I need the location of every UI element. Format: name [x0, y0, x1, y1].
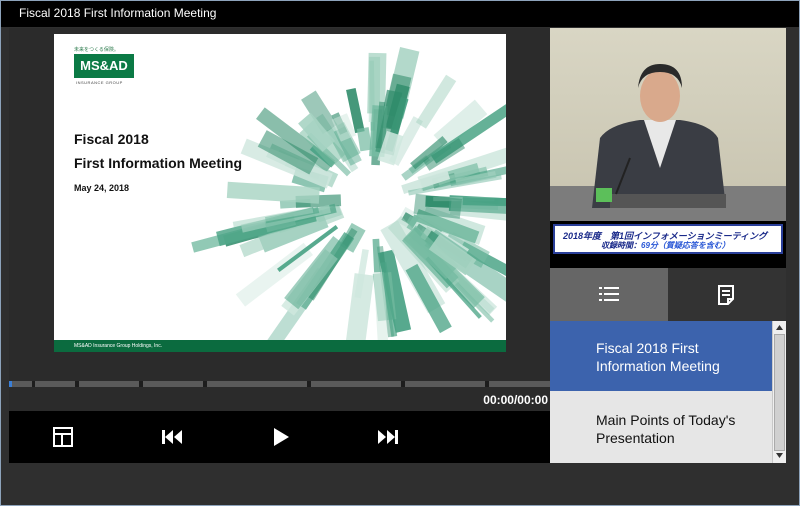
- burst-ray: [415, 74, 457, 129]
- tab-notes[interactable]: [668, 268, 786, 321]
- caption-duration-label: 収録時間：: [601, 241, 641, 250]
- skip-forward-icon: [378, 430, 398, 444]
- timeline-segment: [311, 381, 401, 387]
- timeline-segment: [35, 381, 75, 387]
- notes-icon: [718, 285, 734, 305]
- slide-area: 未来をつくる保険。 MS&AD INSURANCE GROUP Fiscal 2…: [9, 28, 550, 378]
- burst-ray: [284, 235, 348, 310]
- previous-chapter-button[interactable]: [117, 411, 225, 463]
- player-window: Fiscal 2018 First Information Meeting 未来…: [0, 0, 800, 506]
- scroll-up-icon[interactable]: [773, 321, 786, 334]
- scroll-down-icon[interactable]: [773, 449, 786, 462]
- caption-box: 2018年度 第1回インフォメーションミーティング 収録時間：69分（質疑応答を…: [553, 224, 783, 254]
- slide-burst-graphic: [191, 46, 506, 340]
- presentation-slide: 未来をつくる保険。 MS&AD INSURANCE GROUP Fiscal 2…: [54, 34, 506, 352]
- chapter-list-scrollbar[interactable]: [772, 321, 786, 463]
- layout-icon: [53, 427, 73, 447]
- company-logo-subtitle: INSURANCE GROUP: [76, 80, 123, 85]
- timeline-scrubber[interactable]: [9, 381, 550, 387]
- slide-title-line1: Fiscal 2018: [74, 131, 149, 147]
- timeline-segment: [79, 381, 139, 387]
- slide-footer: MS&AD Insurance Group Holdings, Inc.: [54, 340, 506, 352]
- window-title: Fiscal 2018 First Information Meeting: [1, 1, 799, 27]
- caption-duration: 収録時間：69分（質疑応答を含む）: [601, 240, 730, 251]
- list-icon: [599, 287, 619, 301]
- slide-title-line2: First Information Meeting: [74, 155, 242, 171]
- timeline-progress: [9, 381, 12, 387]
- play-button[interactable]: [225, 411, 333, 463]
- control-bar: [9, 411, 550, 463]
- caption-duration-value: 69分（質疑応答を含む）: [641, 241, 730, 250]
- burst-ray: [372, 238, 381, 273]
- play-icon: [274, 428, 289, 446]
- timeline-segment: [489, 381, 550, 387]
- chapter-list: Fiscal 2018 First Information Meeting Ma…: [550, 321, 772, 463]
- caption-bar: 2018年度 第1回インフォメーションミーティング 収録時間：69分（質疑応答を…: [550, 221, 786, 268]
- time-readout: 00:00/00:00: [483, 393, 548, 407]
- tab-chapter-list[interactable]: [550, 268, 668, 321]
- timeline-segment: [143, 381, 203, 387]
- skip-back-icon: [162, 430, 182, 444]
- layout-button[interactable]: [9, 411, 117, 463]
- slide-tagline: 未来をつくる保険。: [74, 47, 119, 53]
- slide-date: May 24, 2018: [74, 183, 130, 193]
- panel-tabs: [550, 268, 786, 321]
- speaker-figure: [550, 64, 786, 221]
- timeline-segment: [207, 381, 307, 387]
- next-chapter-button[interactable]: [333, 411, 441, 463]
- company-logo: MS&AD: [74, 54, 134, 78]
- timeline-segment: [12, 381, 32, 387]
- timeline-segment: [405, 381, 485, 387]
- slide-player: 未来をつくる保険。 MS&AD INSURANCE GROUP Fiscal 2…: [9, 28, 550, 463]
- chapter-item-fiscal-2018[interactable]: Fiscal 2018 First Information Meeting: [550, 321, 772, 391]
- speaker-video[interactable]: 2018年度 第1回インフォメーションミーティング 収録時間：69分（質疑応答を…: [550, 28, 786, 268]
- scroll-thumb[interactable]: [774, 334, 785, 451]
- chapter-item-main-points[interactable]: Main Points of Today's Presentation: [550, 393, 772, 463]
